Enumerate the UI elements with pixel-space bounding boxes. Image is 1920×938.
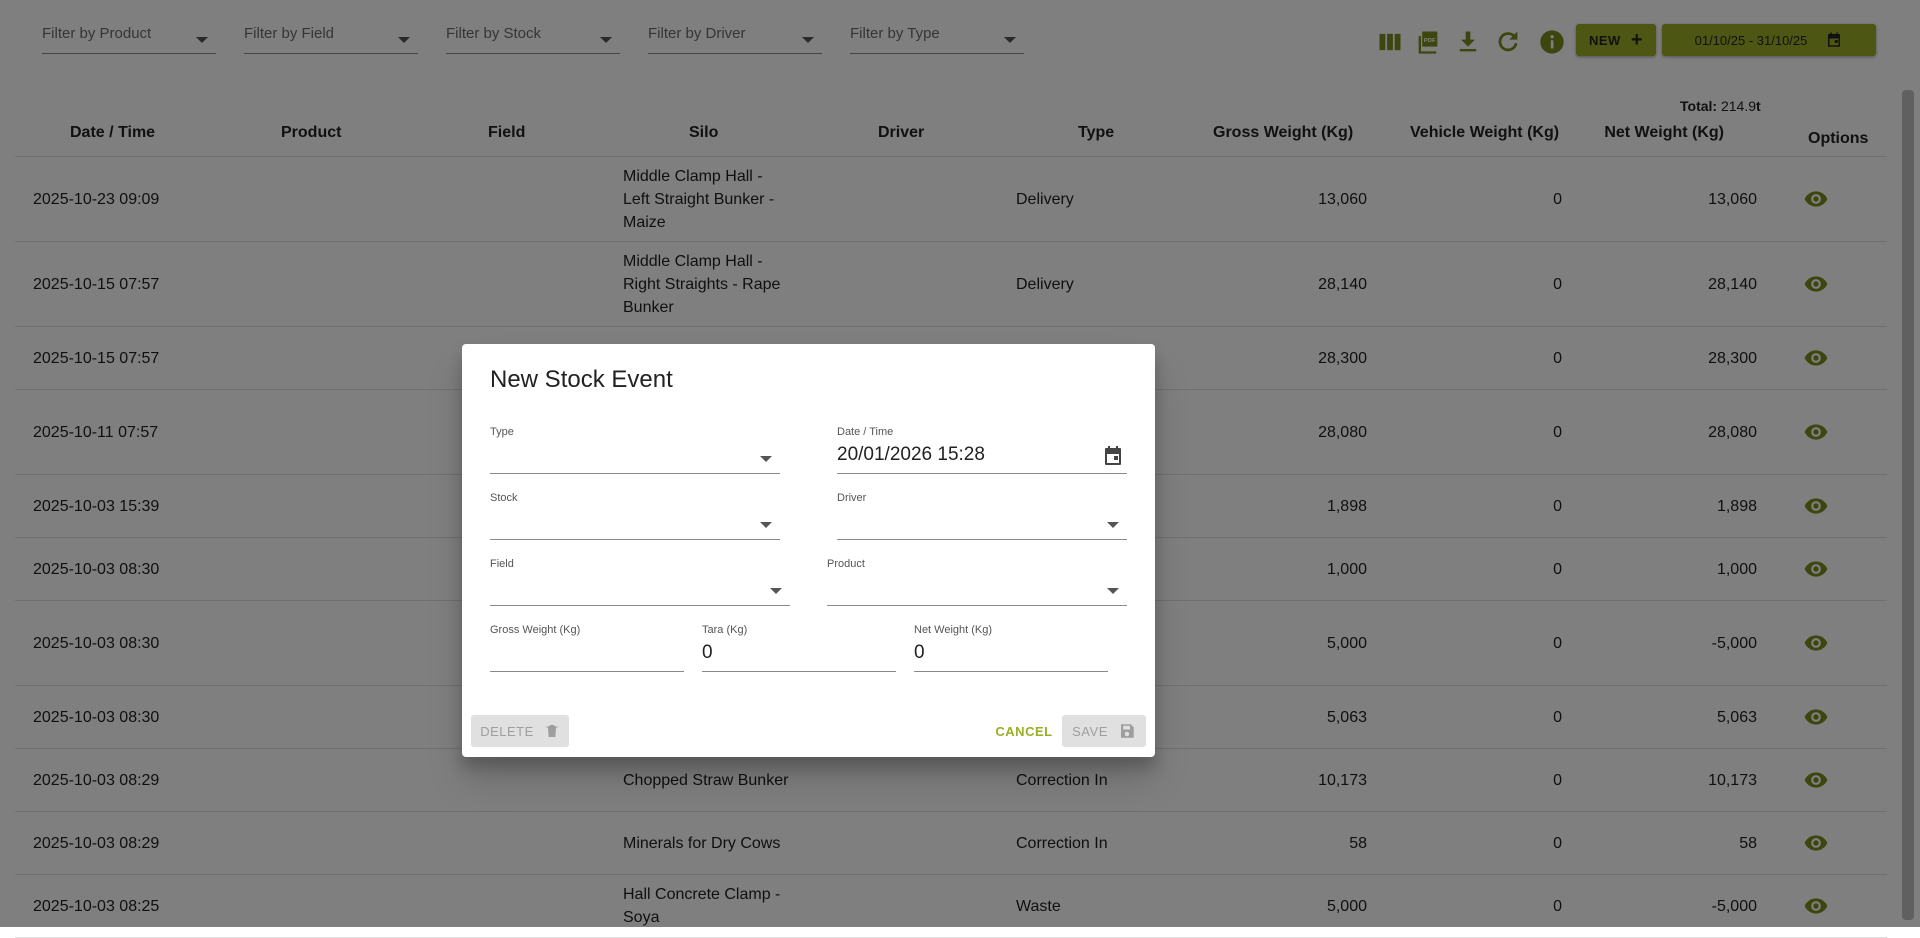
tara-input[interactable]: Tara (Kg) 0	[702, 624, 896, 672]
type-select[interactable]: Type	[490, 426, 780, 474]
cancel-button[interactable]: CANCEL	[994, 715, 1054, 747]
chevron-down-icon	[1107, 522, 1119, 528]
field-label: Field	[490, 558, 514, 570]
chevron-down-icon	[760, 522, 772, 528]
stock-label: Stock	[490, 492, 518, 504]
trash-icon	[546, 725, 558, 737]
save-button[interactable]: SAVE	[1062, 715, 1146, 747]
net-weight-label: Net Weight (Kg)	[914, 624, 993, 636]
datetime-field[interactable]: Date / Time 20/01/2026 15:28	[837, 426, 1127, 474]
tara-label: Tara (Kg)	[702, 624, 748, 636]
tara-value: 0	[702, 642, 713, 663]
chevron-down-icon	[760, 456, 772, 462]
field-select[interactable]: Field	[490, 558, 790, 606]
delete-button[interactable]: DELETE	[471, 715, 569, 747]
datetime-value: 20/01/2026 15:28	[837, 444, 985, 465]
product-select[interactable]: Product	[827, 558, 1127, 606]
driver-label: Driver	[837, 492, 867, 504]
dialog-title: New Stock Event	[490, 366, 673, 393]
gross-weight-label: Gross Weight (Kg)	[490, 624, 581, 636]
new-stock-event-dialog: New Stock Event Type Date / Time 20/01/2…	[462, 344, 1155, 757]
stock-select[interactable]: Stock	[490, 492, 780, 540]
net-weight-value: 0	[914, 642, 925, 663]
delete-button-label: DELETE	[480, 723, 534, 739]
calendar-icon[interactable]	[1101, 444, 1125, 468]
chevron-down-icon	[1107, 588, 1119, 594]
driver-select[interactable]: Driver	[837, 492, 1127, 540]
cancel-button-label: CANCEL	[995, 723, 1053, 739]
datetime-label: Date / Time	[837, 426, 894, 438]
type-label: Type	[490, 426, 514, 438]
net-weight-input[interactable]: Net Weight (Kg) 0	[914, 624, 1108, 672]
product-label: Product	[827, 558, 865, 570]
save-icon	[1120, 724, 1134, 738]
save-button-label: SAVE	[1072, 723, 1108, 739]
chevron-down-icon	[770, 588, 782, 594]
gross-weight-input[interactable]: Gross Weight (Kg)	[490, 624, 684, 672]
